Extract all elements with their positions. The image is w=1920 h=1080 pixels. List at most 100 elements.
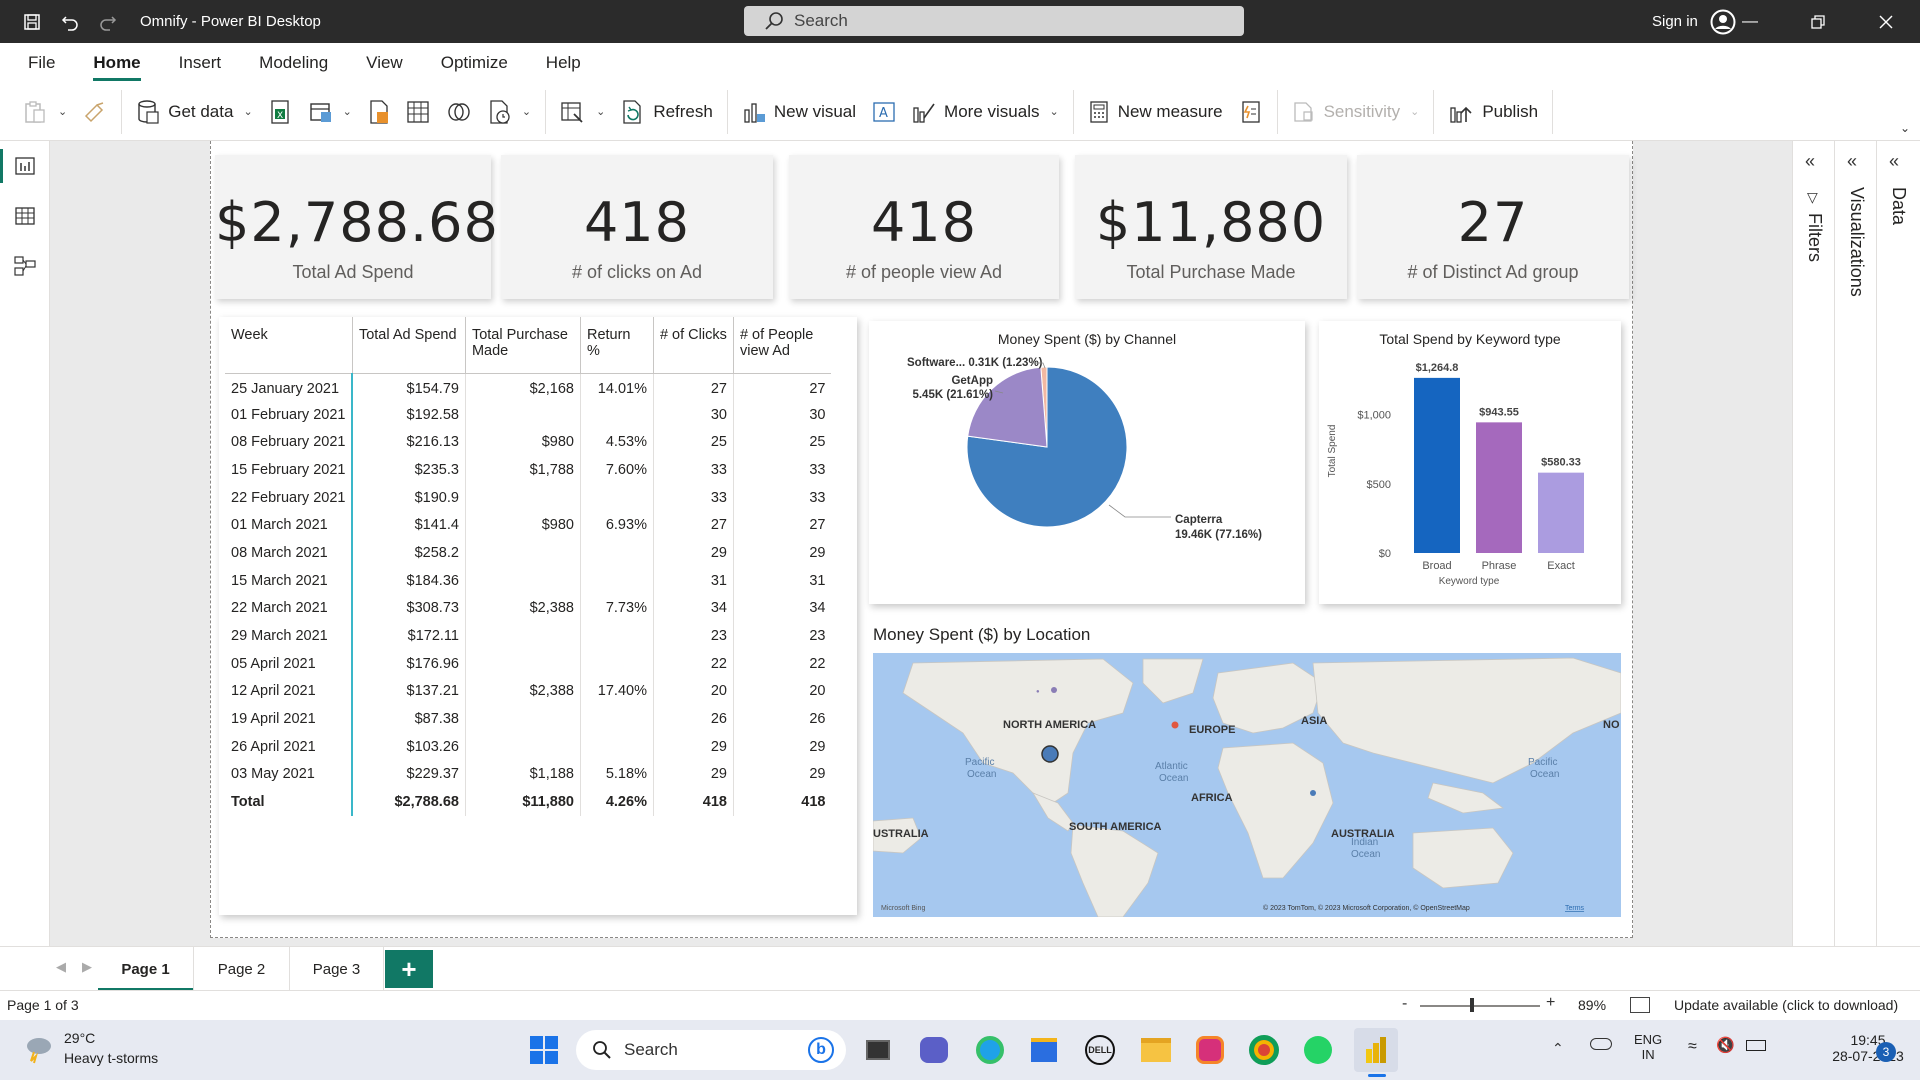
menu-insert[interactable]: Insert <box>179 43 222 83</box>
column-header[interactable]: Total Ad Spend <box>352 317 466 374</box>
text-box-button[interactable]: A <box>864 90 904 134</box>
table-row[interactable]: 01 March 2021 $141.4 $980 6.93% 27 27 <box>225 511 831 540</box>
map-bubble-europe[interactable] <box>1171 721 1179 729</box>
table-row[interactable]: 25 January 2021 $154.79 $2,168 14.01% 27 27 <box>225 373 831 401</box>
map-bubble-usa[interactable] <box>1041 745 1059 763</box>
dataverse-button[interactable] <box>438 90 480 134</box>
menu-file[interactable]: File <box>28 43 55 83</box>
instagram-icon[interactable] <box>1192 1032 1228 1068</box>
table-view-button[interactable] <box>0 191 50 241</box>
kpi-card-total-ad-spend[interactable]: $2,788.68 Total Ad Spend <box>215 155 498 299</box>
menu-modeling[interactable]: Modeling <box>259 43 328 83</box>
zoom-slider[interactable] <box>1420 1005 1540 1007</box>
report-view-button[interactable] <box>0 141 50 191</box>
column-header[interactable]: Total Purchase Made <box>465 317 581 374</box>
scroll-right-icon[interactable]: ▶ <box>82 959 92 975</box>
world-map[interactable]: ● NORTH AMERICA EUROPE ASIA AFRICA SOUTH… <box>873 653 1621 917</box>
expand-data-icon[interactable]: « <box>1889 151 1899 172</box>
sql-button[interactable] <box>360 90 398 134</box>
search-box[interactable]: Search <box>744 6 1244 36</box>
new-visual-button[interactable]: New visual <box>734 90 864 134</box>
whatsapp-icon[interactable] <box>1300 1032 1336 1068</box>
minimize-button[interactable]: — <box>1716 0 1784 43</box>
weather-icon[interactable] <box>22 1034 54 1069</box>
expand-visualizations-icon[interactable]: « <box>1847 151 1857 172</box>
transform-data-button[interactable]: ⌄ <box>552 90 613 134</box>
table-row[interactable]: 12 April 2021 $137.21 $2,388 17.40% 20 20 <box>225 677 831 706</box>
kpi-card-views[interactable]: 418 # of people view Ad <box>789 155 1059 299</box>
new-measure-button[interactable]: New measure <box>1080 90 1231 134</box>
excel-button[interactable]: X <box>261 90 301 134</box>
column-header[interactable]: # of People view Ad <box>733 317 832 374</box>
table-row[interactable]: 15 March 2021 $184.36 31 31 <box>225 566 831 595</box>
battery-icon[interactable] <box>1746 1040 1766 1051</box>
enter-data-button[interactable] <box>398 90 438 134</box>
close-button[interactable] <box>1852 0 1920 43</box>
language-indicator[interactable]: ENG IN <box>1634 1032 1662 1062</box>
table-row[interactable]: 15 February 2021 $235.3 $1,788 7.60% 33 33 <box>225 456 831 484</box>
expand-filters-icon[interactable]: « <box>1805 151 1815 172</box>
column-header[interactable]: Return % <box>580 317 654 374</box>
bar-exact[interactable] <box>1538 472 1584 553</box>
save-icon[interactable] <box>22 12 42 32</box>
store-icon[interactable] <box>1026 1032 1062 1068</box>
table-row[interactable]: 03 May 2021 $229.37 $1,188 5.18% 29 29 <box>225 760 831 789</box>
task-view-icon[interactable] <box>860 1032 896 1068</box>
table-row[interactable]: 22 February 2021 $190.9 33 33 <box>225 483 831 512</box>
menu-home[interactable]: Home <box>93 43 141 83</box>
table-row[interactable]: 19 April 2021 $87.38 26 26 <box>225 705 831 733</box>
more-visuals-button[interactable]: More visuals ⌄ <box>904 90 1067 134</box>
table-row[interactable]: 01 February 2021 $192.58 30 30 <box>225 400 831 429</box>
filters-pane[interactable]: « ▽ Filters <box>1792 141 1834 946</box>
table-row[interactable]: 26 April 2021 $103.26 29 29 <box>225 732 831 761</box>
get-data-button[interactable]: Get data ⌄ <box>128 90 260 134</box>
file-explorer-icon[interactable] <box>1138 1032 1174 1068</box>
map-terms-link[interactable]: Terms <box>1565 905 1585 912</box>
sensitivity-button[interactable]: Sensitivity ⌄ <box>1284 90 1428 134</box>
table-row[interactable]: 05 April 2021 $176.96 22 22 <box>225 649 831 678</box>
clock[interactable]: 19:45 28-07-2023 <box>1826 1032 1910 1064</box>
zoom-slider-thumb[interactable] <box>1470 998 1474 1012</box>
paste-button[interactable]: ⌄ <box>14 90 75 134</box>
menu-view[interactable]: View <box>366 43 403 83</box>
table-row[interactable]: 22 March 2021 $308.73 $2,388 7.73% 34 34 <box>225 594 831 623</box>
onelake-button[interactable]: ⌄ <box>301 90 360 134</box>
weekly-table-visual[interactable]: Week Total Ad Spend Total Purchase Made … <box>219 317 857 915</box>
onedrive-icon[interactable] <box>1590 1038 1612 1050</box>
quick-measure-button[interactable] <box>1231 90 1271 134</box>
recent-sources-button[interactable]: ⌄ <box>480 90 539 134</box>
map-bubble-asia[interactable] <box>1310 790 1316 796</box>
taskbar-search[interactable]: Search b <box>576 1030 846 1070</box>
notification-badge[interactable]: 3 <box>1876 1042 1896 1062</box>
dell-icon[interactable]: DELL <box>1082 1032 1118 1068</box>
table-row[interactable]: 08 March 2021 $258.2 29 29 <box>225 539 831 567</box>
refresh-button[interactable]: Refresh <box>613 90 721 134</box>
fit-to-page-icon[interactable] <box>1630 997 1650 1013</box>
update-notice[interactable]: Update available (click to download) <box>1674 997 1898 1013</box>
column-header[interactable]: Week <box>225 317 353 374</box>
tab-page-1[interactable]: Page 1 <box>98 947 194 991</box>
pie-chart-visual[interactable]: Money Spent ($) by Channel Software... 0… <box>869 321 1305 604</box>
wifi-icon[interactable]: ≈ <box>1688 1038 1697 1056</box>
bar-broad[interactable] <box>1414 377 1460 553</box>
undo-icon[interactable] <box>60 12 80 32</box>
publish-button[interactable]: Publish <box>1440 90 1546 134</box>
scroll-left-icon[interactable]: ◀ <box>56 959 66 975</box>
add-page-button[interactable]: + <box>385 950 433 988</box>
menu-help[interactable]: Help <box>546 43 581 83</box>
chevron-up-icon[interactable]: ⌃ <box>1552 1040 1564 1057</box>
data-pane[interactable]: « Data <box>1876 141 1920 946</box>
chrome-icon[interactable] <box>1246 1032 1282 1068</box>
tab-page-2[interactable]: Page 2 <box>194 947 290 991</box>
edge-icon[interactable] <box>972 1032 1008 1068</box>
kpi-card-clicks[interactable]: 418 # of clicks on Ad <box>501 155 773 299</box>
kpi-card-purchase[interactable]: $11,880 Total Purchase Made <box>1075 155 1347 299</box>
collapse-ribbon-icon[interactable]: ⌄ <box>1900 121 1910 135</box>
table-row[interactable]: 08 February 2021 $216.13 $980 4.53% 25 25 <box>225 428 831 457</box>
map-visual[interactable]: Money Spent ($) by Location ● NORTH AMER… <box>869 617 1625 917</box>
model-view-button[interactable] <box>0 241 50 291</box>
restore-button[interactable] <box>1784 0 1852 43</box>
volume-muted-icon[interactable]: 🔇 <box>1716 1036 1735 1054</box>
zoom-in-button[interactable]: + <box>1546 994 1555 1012</box>
tab-page-3[interactable]: Page 3 <box>290 947 384 991</box>
